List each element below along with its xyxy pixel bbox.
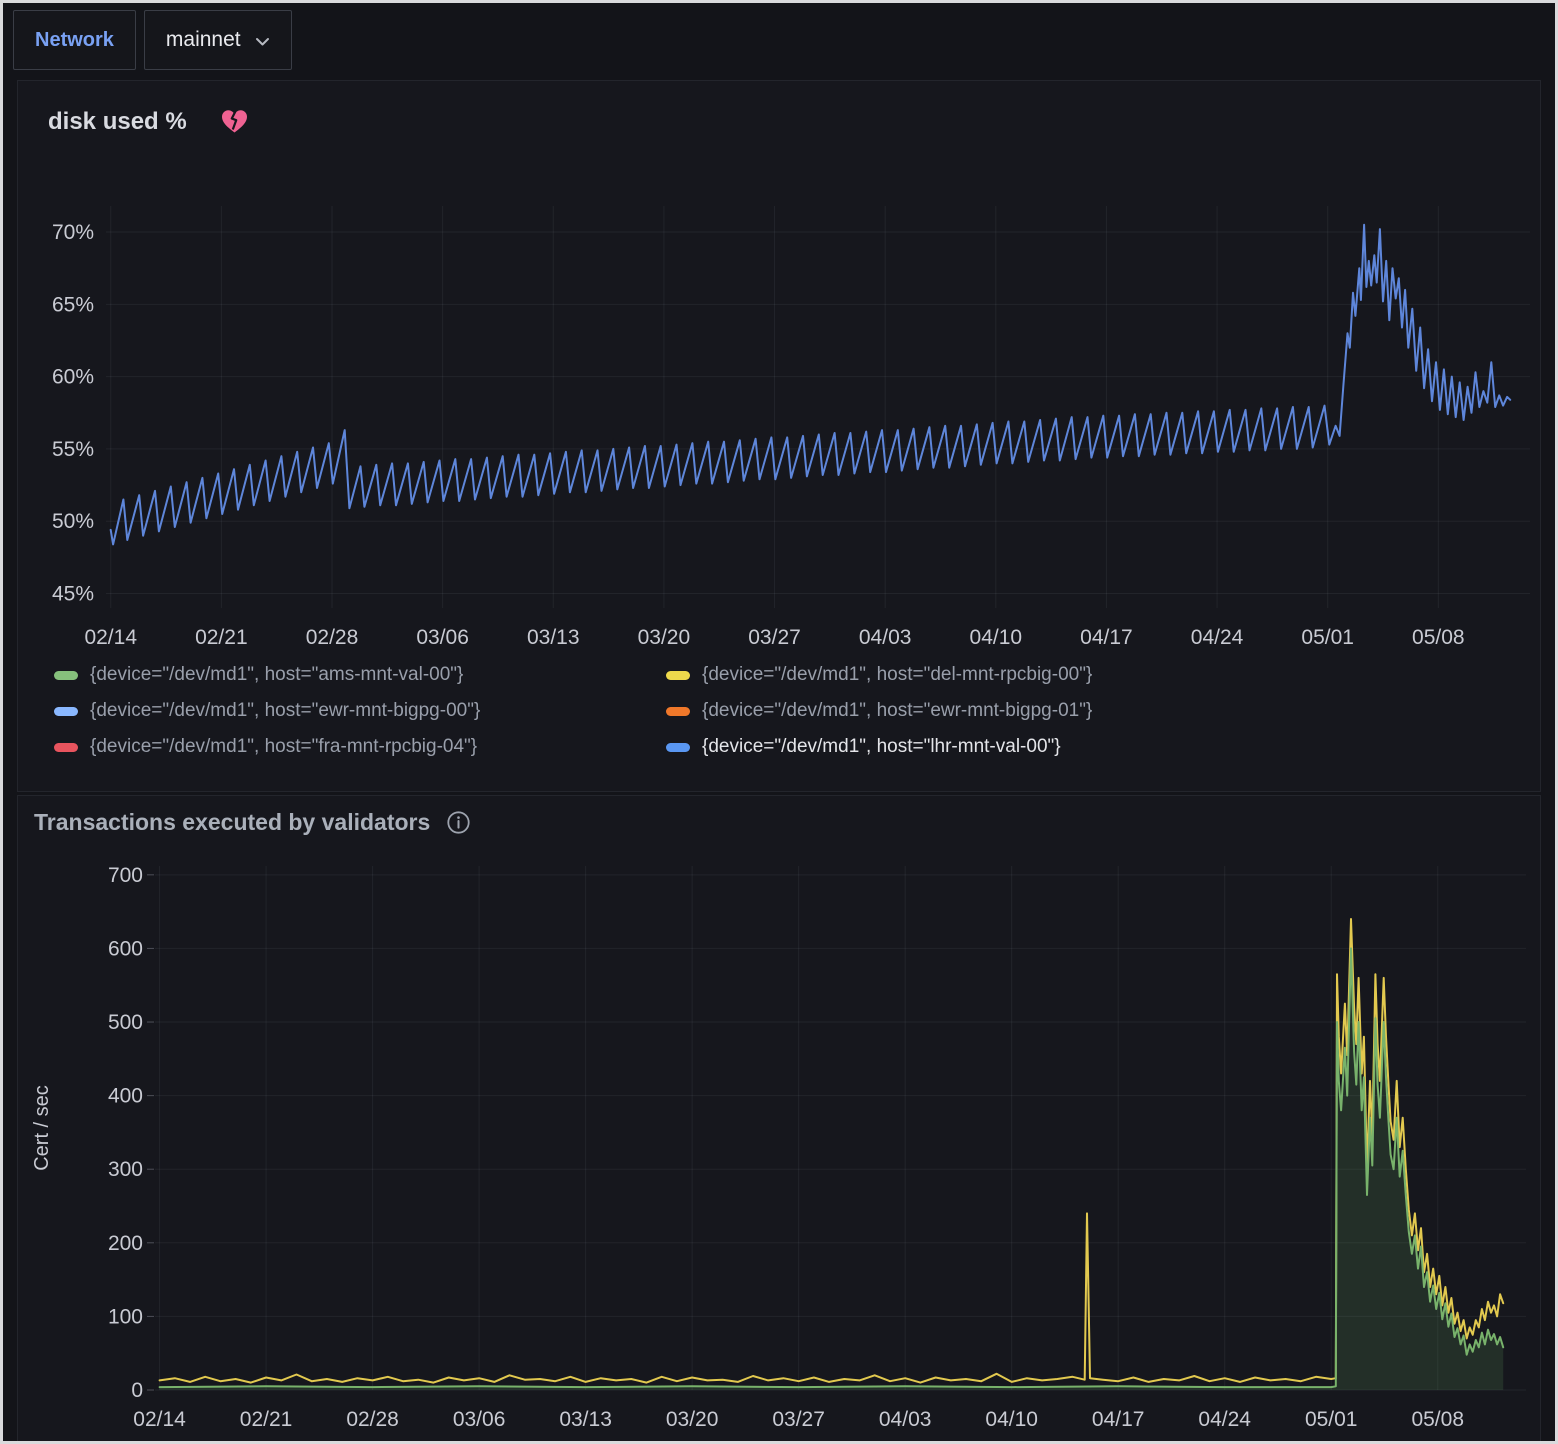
legend-item-label: {device="/dev/md1", host="ewr-mnt-bigpg-…	[90, 700, 480, 722]
svg-text:02/21: 02/21	[240, 1408, 293, 1431]
disk-used-panel-header: disk used %	[18, 81, 1540, 136]
legend-item[interactable]: {device="/dev/md1", host="ams-mnt-val-00…	[54, 664, 666, 686]
svg-text:700: 700	[108, 864, 143, 887]
legend-item-label: {device="/dev/md1", host="ams-mnt-val-00…	[90, 664, 463, 686]
transactions-panel-title[interactable]: Transactions executed by validators	[34, 808, 430, 836]
series-color-chip	[666, 671, 690, 680]
svg-text:02/14: 02/14	[84, 626, 137, 649]
svg-text:400: 400	[108, 1085, 143, 1108]
svg-text:600: 600	[108, 937, 143, 960]
svg-text:04/24: 04/24	[1191, 626, 1244, 649]
svg-text:04/17: 04/17	[1080, 626, 1133, 649]
disk-used-panel: disk used % 02/14 02/21 02/28 03/06 03/13 03/…	[17, 80, 1541, 792]
disk-used-legend: {device="/dev/md1", host="ams-mnt-val-00…	[18, 656, 1540, 758]
series-color-chip	[666, 743, 690, 752]
svg-text:300: 300	[108, 1158, 143, 1181]
svg-text:03/27: 03/27	[772, 1408, 825, 1431]
svg-text:70%: 70%	[52, 221, 94, 244]
svg-text:50%: 50%	[52, 510, 94, 533]
svg-text:Cert / sec: Cert / sec	[31, 1085, 53, 1171]
svg-text:03/20: 03/20	[666, 1408, 719, 1431]
legend-item[interactable]: {device="/dev/md1", host="lhr-mnt-val-00…	[666, 736, 1540, 758]
legend-item-label: {device="/dev/md1", host="fra-mnt-rpcbig…	[90, 736, 477, 758]
series-color-chip	[54, 671, 78, 680]
legend-item[interactable]: {device="/dev/md1", host="fra-mnt-rpcbig…	[54, 736, 666, 758]
svg-text:04/03: 04/03	[859, 626, 912, 649]
chevron-down-icon	[255, 37, 270, 47]
grafana-dashboard: Network mainnet disk used % 02/1402/2102…	[0, 0, 1558, 1444]
transactions-chart[interactable]: 02/14 02/21 02/28 03/06 03/13 03/20 03/27 04/03…	[18, 842, 1544, 1438]
svg-text:200: 200	[108, 1232, 143, 1255]
series-color-chip	[666, 707, 690, 716]
transactions-panel-header: Transactions executed by validators	[18, 796, 1540, 836]
network-variable-label-text: Network	[35, 29, 114, 52]
info-icon[interactable]	[446, 810, 471, 835]
svg-text:500: 500	[108, 1011, 143, 1034]
legend-item-label: {device="/dev/md1", host="ewr-mnt-bigpg-…	[702, 700, 1092, 722]
network-variable-value: mainnet	[166, 28, 241, 52]
svg-text:04/10: 04/10	[985, 1408, 1038, 1431]
svg-text:05/01: 05/01	[1305, 1408, 1358, 1431]
network-variable-dropdown[interactable]: mainnet	[144, 10, 292, 70]
legend-item-label: {device="/dev/md1", host="lhr-mnt-val-00…	[702, 736, 1061, 758]
svg-text:0: 0	[131, 1379, 143, 1402]
svg-text:60%: 60%	[52, 366, 94, 389]
svg-text:04/24: 04/24	[1198, 1408, 1251, 1431]
legend-item[interactable]: {device="/dev/md1", host="ewr-mnt-bigpg-…	[54, 700, 666, 722]
svg-text:03/13: 03/13	[559, 1408, 612, 1431]
legend-item-label: {device="/dev/md1", host="del-mnt-rpcbig…	[702, 664, 1092, 686]
svg-text:03/06: 03/06	[453, 1408, 506, 1431]
svg-text:65%: 65%	[52, 293, 94, 316]
svg-text:02/28: 02/28	[306, 626, 359, 649]
svg-text:04/03: 04/03	[879, 1408, 932, 1431]
svg-text:03/27: 03/27	[748, 626, 801, 649]
svg-text:03/20: 03/20	[638, 626, 691, 649]
svg-text:02/21: 02/21	[195, 626, 248, 649]
svg-text:02/14: 02/14	[133, 1408, 186, 1431]
svg-text:55%: 55%	[52, 438, 94, 461]
legend-item[interactable]: {device="/dev/md1", host="del-mnt-rpcbig…	[666, 664, 1540, 686]
disk-used-chart[interactable]: 02/14 02/21 02/28 03/06 03/13 03/20 03/27 04/03…	[18, 156, 1546, 656]
svg-text:03/06: 03/06	[416, 626, 469, 649]
svg-text:04/10: 04/10	[970, 626, 1023, 649]
svg-text:02/28: 02/28	[346, 1408, 399, 1431]
disk-used-panel-title[interactable]: disk used %	[48, 107, 187, 136]
network-variable-label: Network	[13, 10, 136, 70]
series-color-chip	[54, 707, 78, 716]
svg-text:45%: 45%	[52, 583, 94, 606]
variable-bar: Network mainnet	[3, 3, 1555, 73]
svg-text:04/17: 04/17	[1092, 1408, 1145, 1431]
svg-text:05/01: 05/01	[1301, 626, 1354, 649]
legend-item[interactable]: {device="/dev/md1", host="ewr-mnt-bigpg-…	[666, 700, 1540, 722]
series-color-chip	[54, 743, 78, 752]
svg-text:05/08: 05/08	[1412, 626, 1465, 649]
svg-text:100: 100	[108, 1305, 143, 1328]
svg-text:03/13: 03/13	[527, 626, 580, 649]
transactions-panel: Transactions executed by validators 02/1…	[17, 795, 1541, 1444]
svg-text:05/08: 05/08	[1411, 1408, 1464, 1431]
heart-break-icon	[221, 109, 248, 134]
